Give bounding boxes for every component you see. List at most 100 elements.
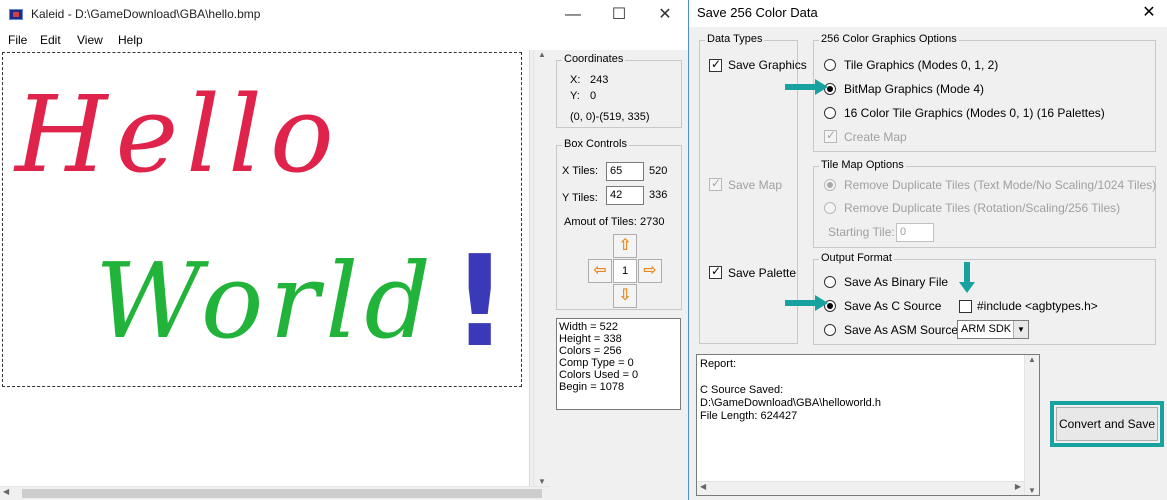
app-icon [9, 9, 23, 20]
exclaim-text: ! [451, 228, 508, 375]
menu-help[interactable]: Help [118, 33, 143, 47]
image-info-box: Width = 522 Height = 338 Colors = 256 Co… [556, 318, 681, 410]
c-source-label: Save As C Source [844, 299, 942, 313]
tile-map-options-group: Tile Map Options Remove Duplicate Tiles … [813, 159, 1157, 248]
arrow-right-icon[interactable]: ⇨ [638, 259, 662, 283]
menu-bar [0, 30, 688, 50]
output-format-title: Output Format [819, 252, 894, 264]
coord-x-label: X: [570, 74, 581, 86]
convert-and-save-button[interactable]: Convert and Save [1056, 407, 1158, 441]
menu-file[interactable]: File [8, 33, 27, 47]
hello-text: Hello [13, 73, 342, 196]
box-controls-group: Box Controls X Tiles: 65 520 Y Tiles: 42… [556, 138, 682, 310]
tile-step-value[interactable]: 1 [613, 259, 637, 283]
asm-source-label: Save As ASM Source [844, 323, 959, 337]
x-tiles-label: X Tiles: [562, 165, 599, 177]
scroll-thumb[interactable] [22, 489, 542, 498]
maximize-icon[interactable]: ☐ [596, 0, 642, 30]
report-scroll-down-icon[interactable]: ▼ [1025, 486, 1039, 495]
x-tiles-input[interactable]: 65 [606, 162, 644, 181]
chevron-down-icon[interactable]: ▼ [1013, 321, 1028, 338]
include-arrow-icon [959, 262, 975, 293]
binary-file-radio[interactable] [824, 276, 836, 288]
info-comp-type: Comp Type = 0 [559, 357, 634, 369]
bitmap-arrow-icon [785, 79, 828, 95]
graphics-options-title: 256 Color Graphics Options [819, 33, 959, 45]
info-colors-used: Colors Used = 0 [559, 369, 639, 381]
info-height: Height = 338 [559, 333, 622, 345]
kaleid-titlebar: Kaleid - D:\GameDownload\GBA\hello.bmp —… [0, 0, 688, 30]
save-map-label: Save Map [728, 178, 783, 192]
data-types-title: Data Types [705, 33, 765, 45]
coordinates-title: Coordinates [562, 53, 626, 65]
save-palette-checkbox[interactable] [709, 264, 722, 279]
canvas-area: Hello World ! [0, 50, 530, 486]
data-types-group: Data Types Save Graphics Save Map Save P… [699, 33, 807, 344]
dialog-title: Save 256 Color Data [697, 5, 818, 20]
coord-range: (0, 0)-(519, 335) [570, 111, 650, 123]
y-tiles-input[interactable]: 42 [606, 186, 644, 205]
amount-label: Amout of Tiles: [564, 216, 637, 228]
include-label: #include <agbtypes.h> [977, 299, 1098, 313]
remove-dup-rot-radio[interactable] [824, 202, 836, 214]
bitmap-canvas[interactable]: Hello World ! [2, 52, 522, 387]
y-pixels: 336 [649, 189, 668, 201]
info-begin: Begin = 1078 [559, 381, 625, 393]
starting-tile-label: Starting Tile: [828, 225, 895, 239]
coord-x-value: 243 [590, 74, 609, 86]
minimize-icon[interactable]: — [550, 0, 596, 30]
scroll-left-icon[interactable]: ◀ [3, 487, 9, 496]
create-map-checkbox[interactable] [824, 128, 837, 143]
menu-view[interactable]: View [77, 33, 103, 47]
box-controls-title: Box Controls [562, 138, 629, 150]
arrow-left-icon[interactable]: ⇦ [588, 259, 612, 283]
kaleid-window: Kaleid - D:\GameDownload\GBA\hello.bmp —… [0, 0, 688, 500]
report-hscrollbar[interactable]: ◀ ▶ [697, 481, 1024, 495]
info-width: Width = 522 [559, 321, 619, 333]
save-palette-label: Save Palette [728, 266, 797, 280]
coord-y-label: Y: [570, 90, 580, 102]
asm-format-select[interactable]: ARM SDK ▼ [957, 320, 1029, 339]
report-scroll-up-icon[interactable]: ▲ [1025, 355, 1039, 364]
c-source-arrow-icon [785, 295, 828, 311]
horizontal-scrollbar[interactable]: ◀ [0, 486, 550, 500]
report-textarea[interactable]: Report: C Source Saved: D:\GameDownload\… [696, 354, 1040, 496]
tile-map-options-title: Tile Map Options [819, 159, 906, 171]
coordinates-group: Coordinates X: 243 Y: 0 (0, 0)-(519, 335… [556, 53, 682, 128]
tile-graphics-radio[interactable] [824, 59, 836, 71]
tile-graphics-label: Tile Graphics (Modes 0, 1, 2) [844, 58, 999, 72]
report-scroll-right-icon[interactable]: ▶ [1015, 482, 1021, 491]
binary-file-label: Save As Binary File [844, 275, 949, 289]
vertical-scrollbar[interactable]: ▲ ▼ [533, 50, 550, 486]
save-map-checkbox[interactable] [709, 176, 722, 191]
coord-y-value: 0 [590, 90, 597, 102]
asm-source-radio[interactable] [824, 324, 836, 336]
arrow-down-icon[interactable]: ⇩ [613, 284, 637, 308]
save-graphics-label: Save Graphics [728, 58, 807, 72]
tile16-graphics-label: 16 Color Tile Graphics (Modes 0, 1) (16 … [844, 106, 1105, 120]
graphics-options-group: 256 Color Graphics Options Tile Graphics… [813, 33, 1156, 152]
dialog-close-icon[interactable]: ✕ [1137, 2, 1161, 22]
y-tiles-label: Y Tiles: [562, 192, 598, 204]
remove-dup-text-label: Remove Duplicate Tiles (Text Mode/No Sca… [844, 178, 1157, 192]
tile16-graphics-radio[interactable] [824, 107, 836, 119]
menu-edit[interactable]: Edit [40, 33, 61, 47]
create-map-label: Create Map [844, 130, 907, 144]
close-icon[interactable]: ✕ [642, 0, 688, 30]
arrow-up-icon[interactable]: ⇧ [613, 234, 637, 258]
include-checkbox[interactable] [959, 300, 972, 313]
canvas-drawing: Hello World ! [13, 73, 508, 375]
report-scrollbar[interactable]: ▲ ▼ [1024, 355, 1039, 495]
remove-dup-text-radio[interactable] [824, 179, 836, 191]
scroll-down-icon[interactable]: ▼ [534, 477, 550, 486]
kaleid-title: Kaleid - D:\GameDownload\GBA\hello.bmp [31, 7, 261, 21]
x-pixels: 520 [649, 165, 668, 177]
asm-format-value: ARM SDK [961, 323, 1012, 335]
output-format-group: Output Format Save As Binary File Save A… [813, 252, 1156, 345]
scroll-up-icon[interactable]: ▲ [534, 50, 550, 59]
starting-tile-input[interactable]: 0 [896, 223, 934, 242]
dialog-titlebar: Save 256 Color Data ✕ [689, 0, 1167, 27]
report-scroll-left-icon[interactable]: ◀ [700, 482, 706, 491]
world-text: World [95, 240, 437, 362]
save-graphics-checkbox[interactable] [709, 57, 722, 72]
